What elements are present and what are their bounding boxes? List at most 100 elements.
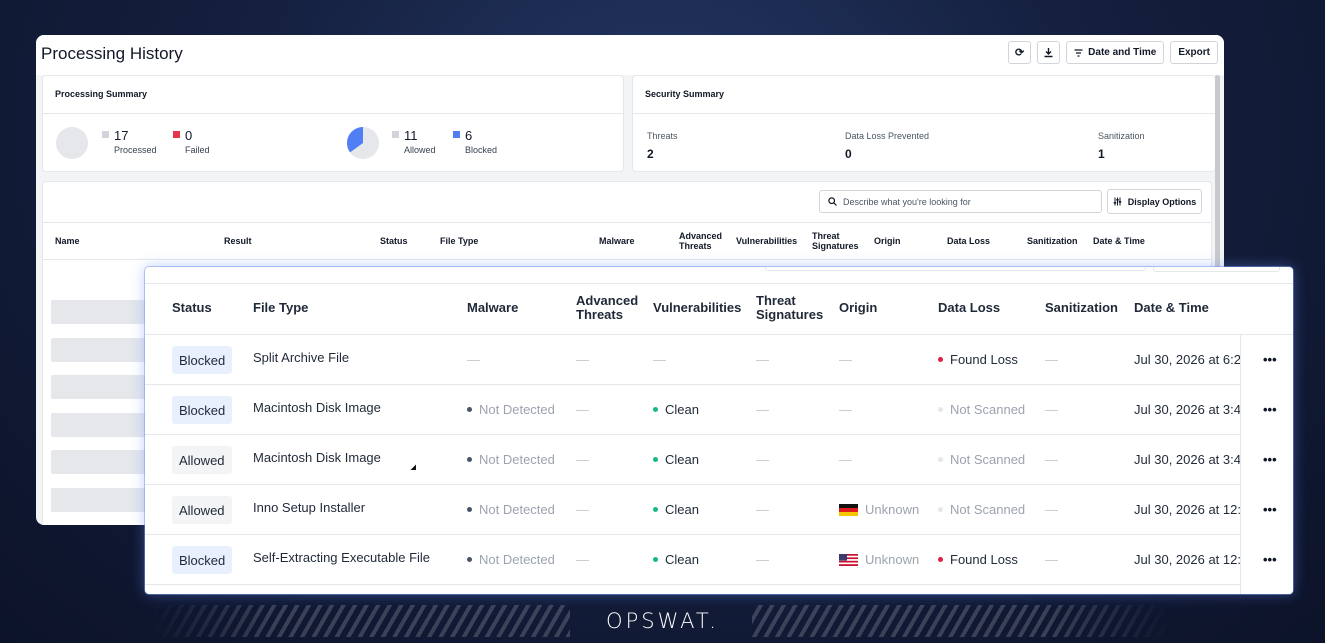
data-loss-prevented-stat: Data Loss Prevented 0 [845,131,929,161]
failed-count: 0 [185,128,193,143]
col-name[interactable]: Name [55,236,80,246]
col-malware[interactable]: Malware [599,236,635,246]
file-type-cell: Self-Extracting Executable File [253,550,431,565]
table-row[interactable]: Blocked Self-Extracting Executable File … [145,535,1293,585]
file-type-cell: Macintosh Disk Image [253,400,381,415]
status-badge: Allowed [172,496,232,524]
processed-stat: 17 Processed [114,128,157,155]
table-row[interactable]: Blocked Macintosh Disk Image Not Detecte… [145,385,1293,435]
col-sanitization[interactable]: Sanitization [1045,301,1118,315]
processing-table-zoom: Status File Type Malware Advanced Threat… [145,267,1293,594]
opswat-logo: OPSWAT. [606,609,719,633]
sliders-icon [1113,197,1121,206]
blocked-label: Blocked [465,145,498,155]
more-actions-button[interactable]: ••• [1263,352,1277,367]
status-badge: Blocked [172,546,233,574]
processed-count: 17 [114,128,129,143]
vulnerabilities-cell: Clean [653,452,699,467]
security-summary-card: Security Summary Threats 2 Data Loss Pre… [632,75,1216,172]
sanitization-stat: Sanitization 1 [1098,131,1145,161]
advanced-threats-cell: — [576,452,589,467]
data-loss-cell: Found Loss [938,552,1018,567]
col-status[interactable]: Status [172,301,212,315]
data-loss-cell: Not Scanned [938,402,1025,417]
allowed-label: Allowed [404,145,436,155]
malware-cell: — [467,352,480,367]
col-result[interactable]: Result [224,236,252,246]
not-scanned-dot-icon [938,407,943,413]
col-file-type[interactable]: File Type [440,236,478,246]
vulnerabilities-value: Clean [665,552,699,567]
threats-value: 2 [647,147,654,161]
col-advanced-threats[interactable]: Advanced Threats [679,231,729,251]
table-row[interactable]: Allowed Macintosh Disk Image Not Detecte… [145,435,1293,485]
advanced-threats-cell: — [576,502,589,517]
status-badge: Blocked [172,396,233,424]
advanced-threats-cell: — [576,402,589,417]
clean-dot-icon [653,407,658,413]
col-malware[interactable]: Malware [467,301,518,315]
col-vulnerabilities[interactable]: Vulnerabilities [653,301,741,315]
more-actions-button[interactable]: ••• [1263,452,1277,467]
threat-signatures-cell: — [756,502,769,517]
security-summary-title: Security Summary [645,89,725,99]
origin-cell: — [839,352,852,367]
filter-icon [1074,48,1083,57]
vulnerabilities-value: Clean [665,502,699,517]
col-origin[interactable]: Origin [839,301,877,315]
advanced-threats-cell: — [576,552,589,567]
col-origin[interactable]: Origin [874,236,901,246]
scrollbar[interactable] [1215,75,1220,275]
table-row[interactable]: Blocked Split Archive File — — — — — Fou… [145,335,1293,385]
display-options-button[interactable]: Display Options [1107,189,1202,214]
sanitization-label: Sanitization [1098,131,1145,141]
malware-value: Not Detected [479,402,555,417]
not-detected-dot-icon [467,557,472,563]
vulnerabilities-cell: Clean [653,402,699,417]
data-loss-cell: Not Scanned [938,452,1025,467]
col-data-loss[interactable]: Data Loss [938,301,1000,315]
clean-dot-icon [653,557,658,563]
col-status[interactable]: Status [380,236,408,246]
back-table-header: Name Result Status File Type Malware Adv… [43,222,1211,260]
us-flag-icon [839,553,858,566]
refresh-button[interactable]: ⟳ [1008,41,1032,64]
processing-summary-title: Processing Summary [55,89,148,99]
malware-value: Not Detected [479,502,555,517]
col-sanitization[interactable]: Sanitization [1027,236,1078,246]
col-data-loss[interactable]: Data Loss [947,236,990,246]
not-scanned-dot-icon [938,457,943,463]
search-input-edge[interactable] [765,267,1146,271]
more-actions-button[interactable]: ••• [1263,402,1277,417]
data-loss-cell: Not Scanned [938,502,1025,517]
more-actions-button[interactable]: ••• [1263,502,1277,517]
data-loss-value: Not Scanned [950,452,1026,467]
col-date-time[interactable]: Date & Time [1134,301,1209,315]
col-vulnerabilities[interactable]: Vulnerabilities [736,236,797,246]
export-button[interactable]: Export [1170,41,1218,64]
display-options-edge[interactable] [1153,267,1280,272]
malware-cell: Not Detected [467,502,555,517]
col-threat-signatures[interactable]: Threat Signatures [812,231,862,251]
vulnerabilities-cell: Clean [653,502,699,517]
divider [633,113,1215,114]
date-filter-button[interactable]: Date and Time [1066,41,1165,64]
col-date-time[interactable]: Date & Time [1093,236,1145,246]
found-loss-dot-icon [938,357,943,363]
processing-summary-card: Processing Summary 17 Processed 0 Failed… [42,75,624,172]
col-file-type[interactable]: File Type [253,301,308,315]
table-header: Status File Type Malware Advanced Threat… [145,284,1293,335]
more-actions-button[interactable]: ••• [1263,552,1277,567]
col-threat-signatures[interactable]: Threat Signatures [756,294,826,322]
col-advanced-threats[interactable]: Advanced Threats [576,294,646,322]
table-row[interactable]: Allowed Inno Setup Installer Not Detecte… [145,485,1293,535]
sanitization-cell: — [1045,352,1058,367]
page-title: Processing History [41,44,183,63]
not-detected-dot-icon [467,457,472,463]
search-input[interactable]: Describe what you're looking for [819,190,1102,213]
status-badge: Allowed [172,446,232,474]
divider [43,113,623,114]
download-button[interactable] [1037,41,1061,64]
data-loss-value: Found Loss [950,552,1018,567]
allowed-legend-swatch [392,131,399,138]
